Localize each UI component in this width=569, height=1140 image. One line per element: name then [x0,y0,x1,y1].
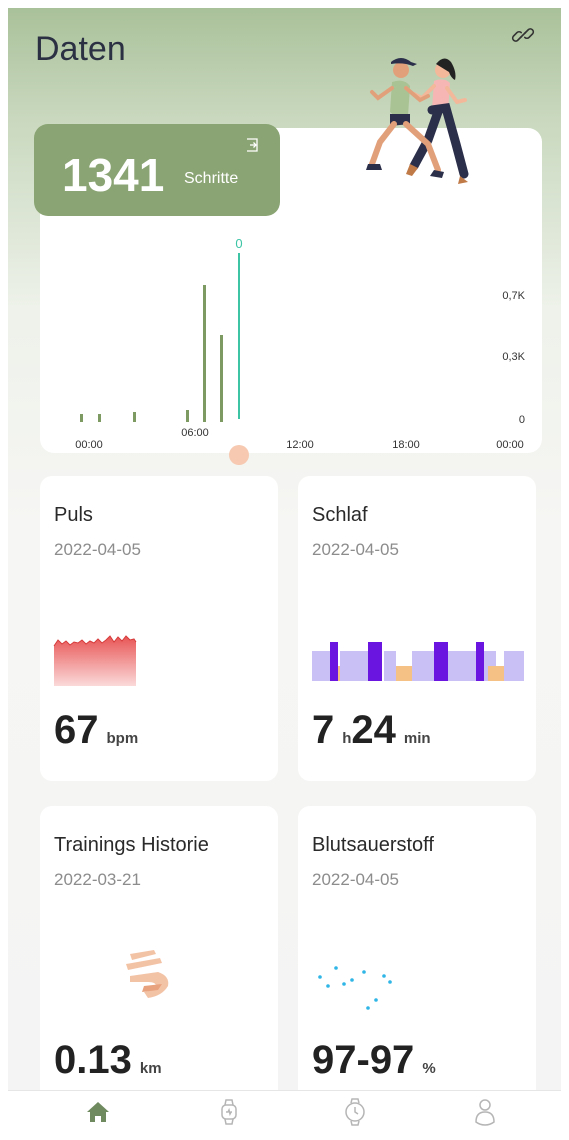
time-slider-handle[interactable] [229,445,249,465]
pulse-number: 67 [54,708,99,752]
sleep-minutes: 24 [351,708,396,752]
card-title: Puls [54,504,93,526]
steps-chart[interactable]: 0 0,7K 0,3K 0 00:00 06:00 12:00 18:00 00… [40,233,542,473]
x-tick: 18:00 [392,439,420,451]
clock-icon[interactable] [340,1097,370,1127]
steps-unit: Schritte [184,170,239,187]
running-shoe-icon [126,950,169,998]
steps-bars [80,285,223,422]
y-tick: 0,7K [502,290,525,302]
training-history-card[interactable]: Trainings Historie 2022-03-21 0.13 km [40,806,278,1111]
steps-bar [80,414,83,422]
watch-icon[interactable] [214,1097,244,1127]
card-date: 2022-03-21 [54,870,141,889]
profile-icon[interactable] [470,1097,500,1127]
x-tick: 00:00 [496,439,524,451]
x-tick: 00:00 [75,439,103,451]
training-unit: km [139,1060,162,1077]
steps-bar [98,414,101,422]
card-title: Blutsauerstoff [312,834,434,856]
card-title: Schlaf [312,504,368,526]
x-tick: 06:00 [181,427,209,439]
pulse-unit: bpm [106,730,139,747]
app-screen: Daten 1341 Schritte 0 0,7K 0,3K 0 00:00 … [8,8,561,1132]
y-tick: 0 [519,414,525,426]
oxygen-scatter [318,966,392,1010]
steps-value: 1341 [62,149,165,201]
oxygen-value: 97-97% [312,1038,436,1083]
card-date: 2022-04-05 [312,870,399,889]
sleep-hours: 7 [312,708,335,752]
page-title: Daten [35,30,126,68]
oxygen-unit: % [422,1060,436,1077]
export-icon[interactable] [244,137,260,153]
home-icon[interactable] [83,1097,113,1127]
steps-bar [133,412,136,422]
steps-summary: 1341 Schritte [34,124,280,216]
steps-bar [220,335,223,422]
x-tick: 12:00 [286,439,314,451]
sleep-card[interactable]: Schlaf 2022-04-05 7 h24 min [298,476,536,781]
link-icon[interactable] [511,23,535,47]
card-date: 2022-04-05 [54,540,141,559]
runners-illustration [366,58,469,184]
oxygen-range: 97-97 [312,1038,415,1082]
y-tick: 0,3K [502,351,525,363]
sleep-value: 7 h24 min [312,708,431,753]
pulse-sparkline [53,635,137,686]
sleep-minutes-unit: min [403,730,431,747]
selected-hour-value: 0 [235,236,242,251]
bottom-navigation [8,1090,561,1132]
blood-oxygen-card[interactable]: Blutsauerstoff 2022-04-05 97-97% [298,806,536,1111]
steps-bar [203,285,206,422]
card-title: Trainings Historie [54,834,209,856]
steps-bar [186,410,189,422]
pulse-card[interactable]: Puls 2022-04-05 67 bpm [40,476,278,781]
pulse-value: 67 bpm [54,708,138,753]
sleep-stage-chart [312,642,524,681]
training-value: 0.13 km [54,1038,162,1083]
card-date: 2022-04-05 [312,540,399,559]
training-distance: 0.13 [54,1038,132,1082]
